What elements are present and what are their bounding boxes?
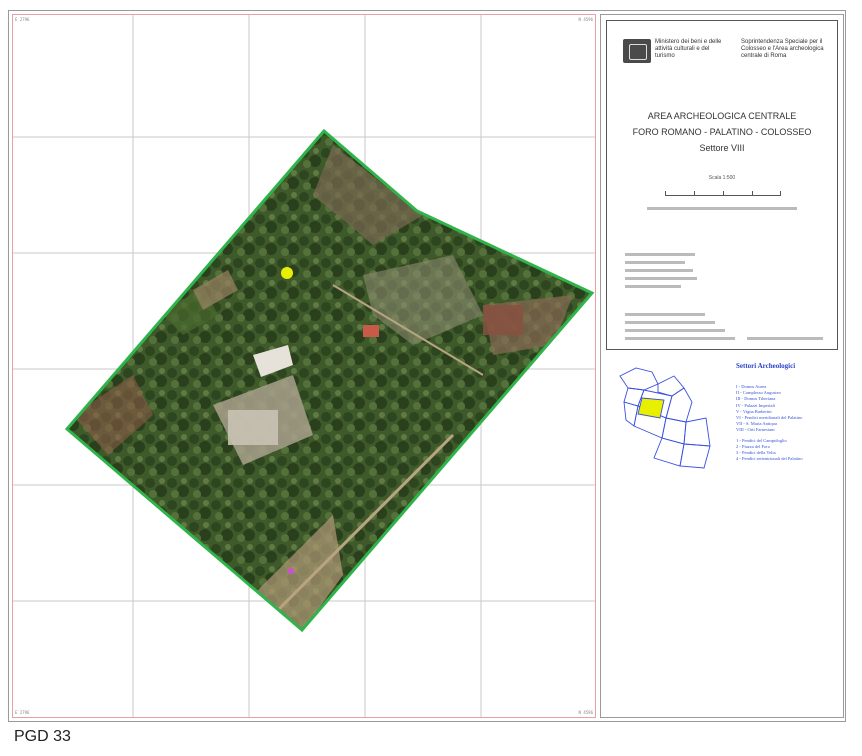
credits-line-10 — [747, 337, 823, 340]
highlighted-sector[interactable] — [637, 397, 665, 419]
area-title: AREA ARCHEOLOGICA CENTRALE — [647, 111, 797, 121]
credits-line-8 — [625, 329, 725, 332]
credits-line-9 — [625, 337, 735, 340]
legend-list: I - Domus Aurea II - Complesso Augusteo … — [736, 384, 836, 462]
small-marker[interactable] — [288, 568, 294, 574]
legend-title: Settori Archeologici — [736, 362, 796, 370]
sheet-id-label: PGD 33 — [14, 728, 71, 745]
title-block: Ministero dei beni e delle attività cult… — [606, 20, 838, 350]
map-frame: E 2796 N 4596 E 2796 N 4596 — [12, 14, 596, 718]
credits-line-3 — [625, 269, 693, 272]
highlight-marker[interactable] — [281, 267, 293, 279]
legend-item: 4 - Pendici settentrionali del Palatino — [736, 456, 803, 462]
sector-title: Settore VIII — [699, 143, 745, 153]
ministry-name: Ministero dei beni e delle attività cult… — [655, 39, 722, 59]
credits-line-1 — [625, 253, 695, 256]
credits-line-2 — [625, 261, 685, 264]
map-canvas — [13, 15, 595, 717]
scale-note-line — [647, 207, 797, 210]
area-subtitle: FORO ROMANO - PALATINO - COLOSSEO — [632, 127, 812, 137]
credits-line-7 — [625, 321, 715, 324]
credits-line-5 — [625, 285, 681, 288]
corner-label-bottom-right: N 4596 — [578, 710, 593, 715]
ministry-logo-icon — [623, 39, 651, 63]
soprintendenza-name: Soprintendenza Speciale per il Colosseo … — [741, 39, 824, 59]
corner-label-bottom-left: E 2796 — [15, 710, 30, 715]
corner-label-top-right: N 4596 — [578, 17, 593, 22]
scale-bar — [665, 189, 781, 196]
corner-label-top-left: E 2796 — [15, 17, 30, 22]
credits-line-6 — [625, 313, 705, 316]
sector-key-map — [619, 367, 711, 469]
aerial-imagery — [67, 131, 592, 630]
credits-line-4 — [625, 277, 697, 280]
scale-label: Scala 1:500 — [708, 175, 736, 181]
